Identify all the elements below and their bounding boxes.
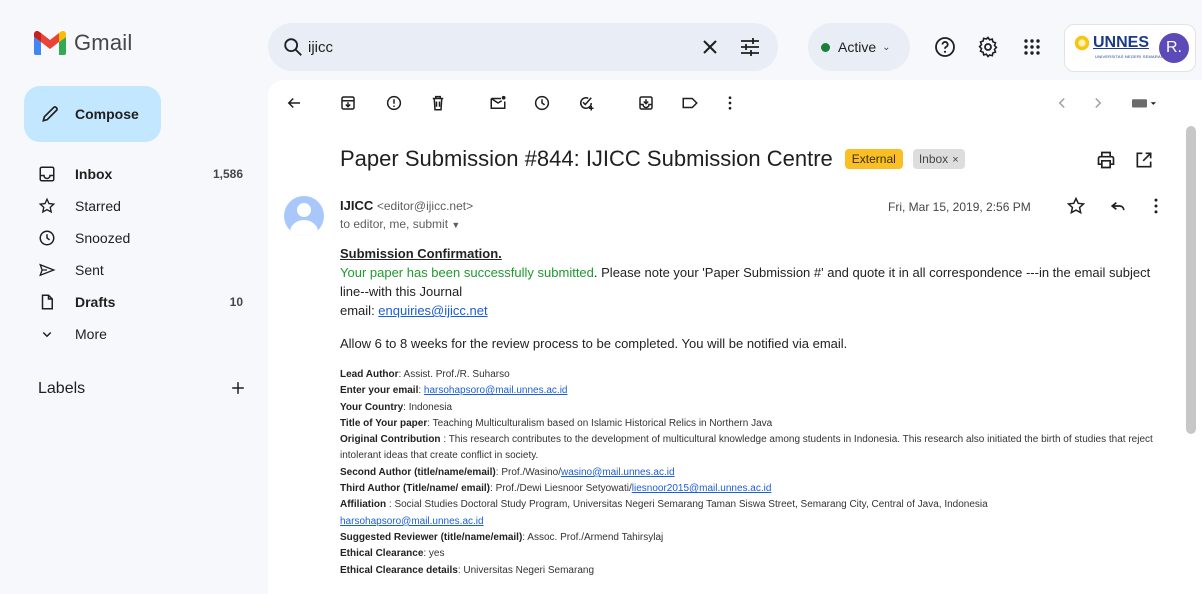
success-text: Your paper has been successfully submitt… xyxy=(340,265,594,280)
app-name: Gmail xyxy=(74,30,133,55)
sidebar-item-more[interactable]: More xyxy=(0,318,260,350)
recipients-line[interactable]: to editor, me, submit ▼ xyxy=(340,217,460,231)
sidebar-item-sent[interactable]: Sent xyxy=(0,254,260,286)
scrollbar-thumb[interactable] xyxy=(1186,126,1196,434)
status-label: Active xyxy=(838,39,877,55)
contact-email-link[interactable]: enquiries@ijicc.net xyxy=(378,303,487,318)
snooze-clock-icon[interactable] xyxy=(530,91,554,115)
sidebar-item-label: Starred xyxy=(75,198,121,214)
delete-trash-icon[interactable] xyxy=(426,91,450,115)
status-dot-icon xyxy=(821,42,830,52)
clear-search-icon[interactable] xyxy=(698,35,722,59)
report-spam-icon[interactable] xyxy=(382,91,406,115)
email-body: Submission Confirmation. Your paper has … xyxy=(340,244,1165,579)
compose-button[interactable]: Compose xyxy=(24,86,161,142)
gmail-m-icon xyxy=(34,31,66,55)
sidebar-item-label: More xyxy=(75,326,107,342)
university-emblem-icon xyxy=(1074,35,1090,51)
submission-details: Lead Author: Assist. Prof./R. Suharso En… xyxy=(340,369,1153,576)
search-options-icon[interactable] xyxy=(738,35,762,59)
sidebar-item-drafts[interactable]: Drafts 10 xyxy=(0,286,260,318)
user-avatar[interactable]: R. xyxy=(1159,33,1189,63)
author-email-link[interactable]: harsohapsoro@mail.unnes.ac.id xyxy=(424,385,568,396)
sender-email: <editor@ijicc.net> xyxy=(376,199,474,213)
account-org-chip[interactable]: UNNES UNIVERSITAS NEGERI SEMARANG R. xyxy=(1064,24,1196,72)
email-subject: Paper Submission #844: IJICC Submission … xyxy=(340,146,833,171)
print-icon[interactable] xyxy=(1096,150,1116,170)
status-selector[interactable]: Active ⌄ xyxy=(808,23,910,71)
labels-section: Labels xyxy=(38,380,248,398)
message-more-icon[interactable] xyxy=(1146,196,1166,216)
send-icon xyxy=(39,263,56,277)
chevron-down-icon xyxy=(42,331,52,338)
unread-count: 1,586 xyxy=(212,167,243,181)
subject-line: Paper Submission #844: IJICC Submission … xyxy=(340,146,965,172)
sidebar-item-label: Inbox xyxy=(75,166,113,182)
pencil-icon xyxy=(42,106,58,122)
sender-name[interactable]: IJICC xyxy=(340,198,373,213)
affiliation-email-link[interactable]: harsohapsoro@mail.unnes.ac.id xyxy=(340,516,484,527)
sender-avatar[interactable] xyxy=(284,196,324,236)
remove-label-icon[interactable]: × xyxy=(952,154,958,166)
inbox-label-chip[interactable]: Inbox × xyxy=(912,149,965,169)
mark-unread-icon[interactable] xyxy=(486,91,510,115)
clock-icon xyxy=(39,230,55,246)
apps-grid-icon[interactable] xyxy=(1020,35,1044,59)
archive-icon[interactable] xyxy=(336,91,360,115)
email-date: Fri, Mar 15, 2019, 2:56 PM xyxy=(888,200,1031,214)
back-arrow-icon[interactable] xyxy=(282,91,306,115)
more-vert-icon[interactable] xyxy=(718,91,742,115)
keyboard-input-icon[interactable] xyxy=(1126,91,1162,115)
label-tag-icon[interactable] xyxy=(678,91,702,115)
message-toolbar xyxy=(268,80,1202,126)
recipients-dropdown-icon[interactable]: ▼ xyxy=(451,220,460,230)
sidebar-item-inbox[interactable]: Inbox 1,586 xyxy=(0,158,260,190)
open-new-window-icon[interactable] xyxy=(1134,150,1154,170)
search-icon[interactable] xyxy=(282,36,304,58)
add-label-icon[interactable] xyxy=(228,378,248,398)
add-task-icon[interactable] xyxy=(574,91,598,115)
star-icon xyxy=(38,197,56,214)
external-badge: External xyxy=(844,149,903,169)
star-message-icon[interactable] xyxy=(1066,196,1086,216)
sidebar-item-starred[interactable]: Starred xyxy=(0,190,260,222)
drafts-count: 10 xyxy=(229,295,243,309)
draft-file-icon xyxy=(41,294,53,310)
body-heading: Submission Confirmation. xyxy=(340,246,502,261)
sidebar-item-snoozed[interactable]: Snoozed xyxy=(0,222,260,254)
org-subtitle: UNIVERSITAS NEGERI SEMARANG xyxy=(1095,54,1168,59)
sidebar-nav: Inbox 1,586 Starred Snoozed Sent Drafts … xyxy=(0,158,260,350)
move-to-icon[interactable] xyxy=(634,91,658,115)
org-logo: UNNES xyxy=(1073,34,1149,52)
compose-label: Compose xyxy=(75,106,139,122)
newer-chevron-left-icon[interactable] xyxy=(1050,91,1074,115)
older-chevron-right-icon[interactable] xyxy=(1086,91,1110,115)
gmail-logo[interactable]: Gmail xyxy=(34,30,132,56)
third-author-email-link[interactable]: liesnoor2015@mail.unnes.ac.id xyxy=(632,483,772,494)
search-bar xyxy=(268,23,778,71)
reply-icon[interactable] xyxy=(1108,196,1128,216)
help-icon[interactable] xyxy=(933,35,957,59)
message-view: Paper Submission #844: IJICC Submission … xyxy=(268,80,1202,594)
top-bar: Gmail Active ⌄ xyxy=(0,0,1202,72)
body-paragraph: Your paper has been successfully submitt… xyxy=(340,265,1151,299)
second-author-email-link[interactable]: wasino@mail.unnes.ac.id xyxy=(561,467,675,478)
contact-email-line: email: enquiries@ijicc.net xyxy=(340,303,488,318)
sidebar-item-label: Sent xyxy=(75,262,104,278)
search-input[interactable] xyxy=(308,35,688,59)
sidebar-item-label: Snoozed xyxy=(75,230,131,246)
labels-title: Labels xyxy=(38,380,86,397)
chevron-down-icon: ⌄ xyxy=(882,41,891,53)
review-time-note: Allow 6 to 8 weeks for the review proces… xyxy=(340,336,848,351)
sender-info: IJICC <editor@ijicc.net> xyxy=(340,198,473,213)
settings-gear-icon[interactable] xyxy=(976,35,1000,59)
sidebar-item-label: Drafts xyxy=(75,294,116,310)
inbox-icon xyxy=(39,166,55,182)
